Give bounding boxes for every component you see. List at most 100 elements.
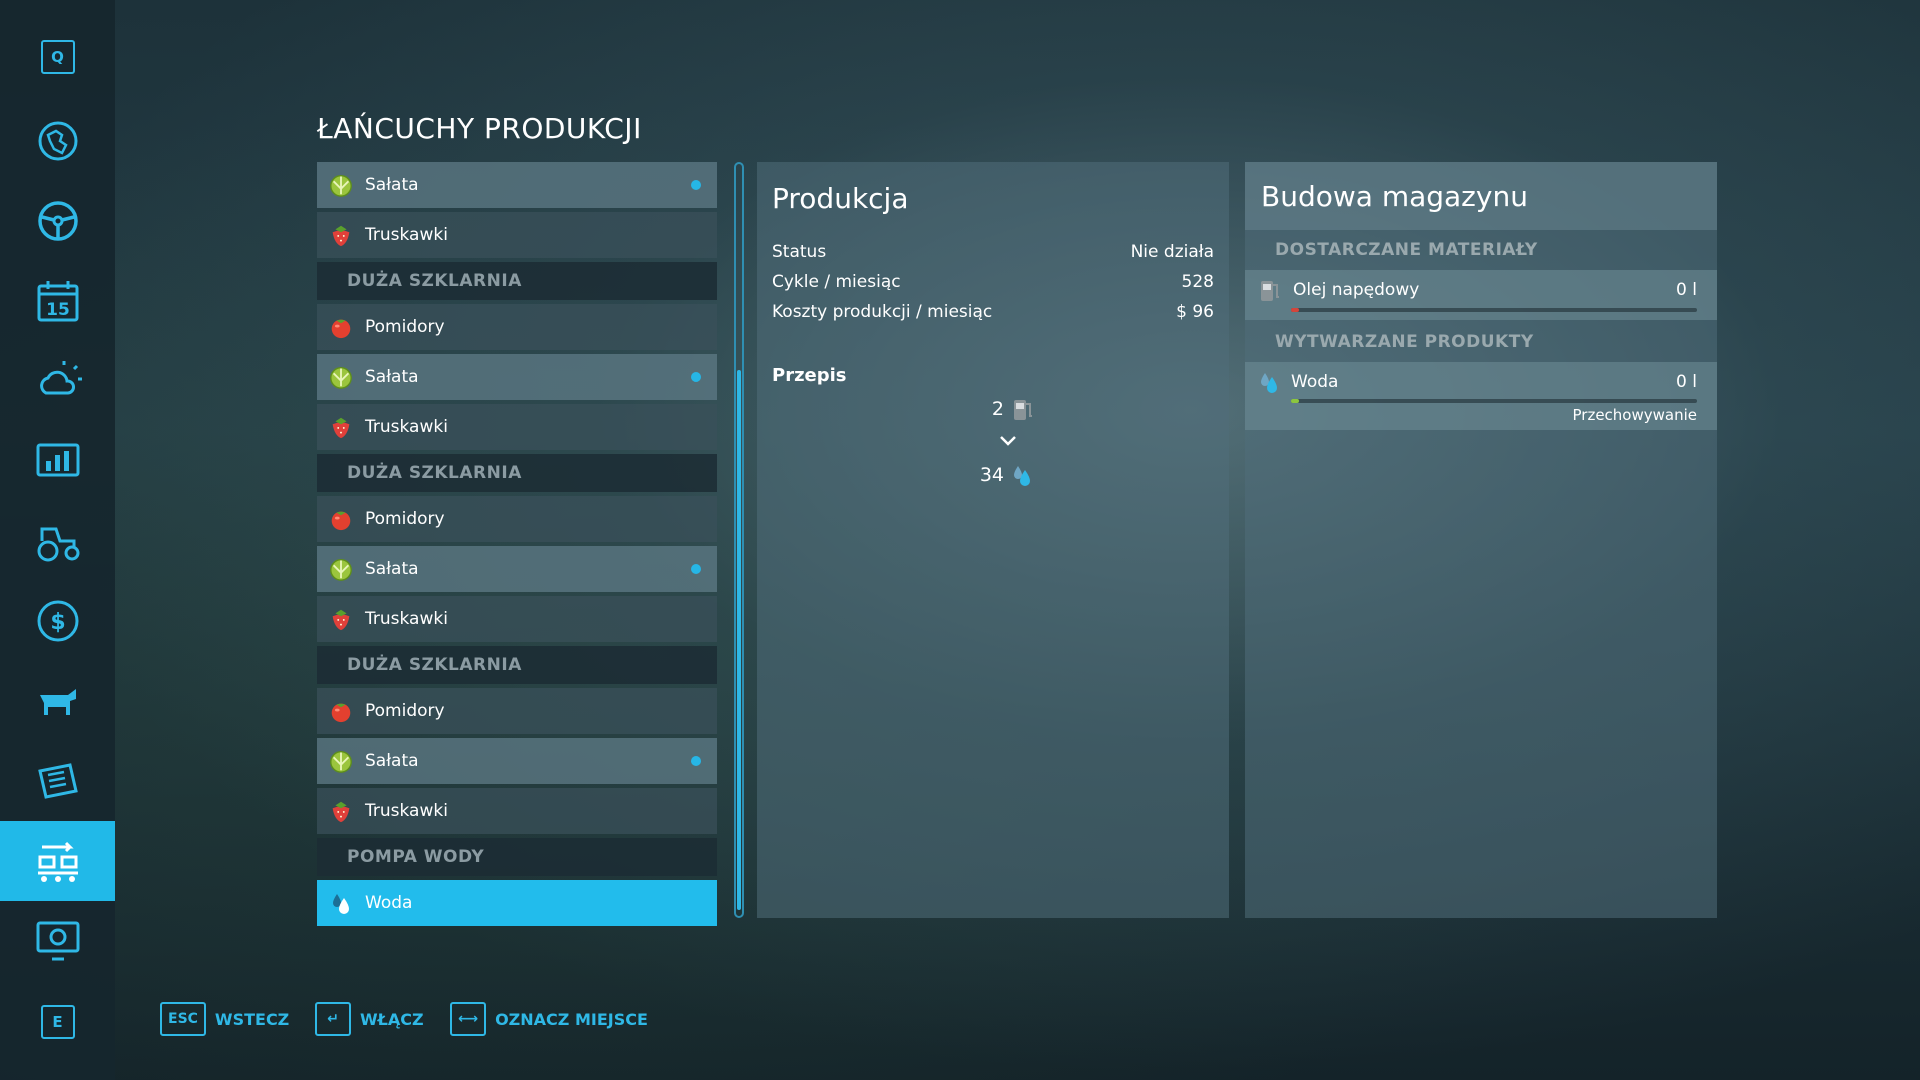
list-item-label: Sałata — [365, 367, 419, 387]
list-item-label: Truskawki — [365, 225, 448, 245]
calendar-icon: 15 — [37, 281, 78, 322]
recipe-output: 34 — [968, 462, 1034, 488]
help-icon — [36, 921, 79, 961]
list-item-strawberry[interactable]: Truskawki — [317, 596, 717, 642]
strawberry-icon — [327, 221, 355, 249]
active-indicator-dot — [691, 180, 701, 190]
sidebar-item-weather[interactable] — [0, 341, 115, 421]
enable-label: WŁĄCZ — [360, 1009, 424, 1029]
tomato-icon — [327, 313, 355, 341]
list-item-water[interactable]: Woda — [317, 880, 717, 926]
list-item-lettuce[interactable]: Sałata — [317, 162, 717, 208]
list-item-strawberry[interactable]: Truskawki — [317, 212, 717, 258]
mark-location-hint[interactable]: ⟷ OZNACZ MIEJSCE — [450, 1002, 648, 1036]
list-item-label: Woda — [365, 893, 413, 913]
produced-product-mode[interactable]: Przechowywanie — [1573, 406, 1698, 424]
enable-hint[interactable]: ↵ WŁĄCZ — [315, 1002, 424, 1036]
produced-product-fill-bar — [1291, 399, 1697, 403]
water-drop-icon — [1014, 466, 1030, 486]
supplied-materials-header: DOSTARCZANE MATERIAŁY — [1275, 240, 1538, 260]
production-title: Produkcja — [772, 182, 909, 215]
finance-icon: $ — [37, 600, 78, 642]
map-icon — [38, 121, 77, 161]
list-item-label: Truskawki — [365, 609, 448, 629]
production-panel: Produkcja Status Nie działa Cykle / mies… — [757, 162, 1229, 918]
sidebar-item-vehicles[interactable] — [0, 181, 115, 261]
sidebar-item-contracts[interactable] — [0, 741, 115, 821]
fuel-pump-icon — [1261, 281, 1279, 301]
lettuce-icon — [327, 363, 355, 391]
sidebar-item-calendar[interactable]: 15 — [0, 261, 115, 341]
supplied-material-row: Olej napędowy 0 l — [1245, 270, 1717, 320]
list-item-label: Sałata — [365, 559, 419, 579]
list-item-lettuce[interactable]: Sałata — [317, 354, 717, 400]
page-title: ŁAŃCUCHY PRODUKCJI — [317, 112, 642, 145]
storage-panel: Budowa magazynu DOSTARCZANE MATERIAŁY Ol… — [1245, 162, 1717, 918]
strawberry-icon — [327, 797, 355, 825]
water-drop-icon — [1261, 373, 1277, 393]
storage-title: Budowa magazynu — [1261, 180, 1528, 213]
list-group-header: DUŻA SZKLARNIA — [317, 646, 717, 684]
list-group-header: DUŻA SZKLARNIA — [317, 454, 717, 492]
strawberry-icon — [327, 605, 355, 633]
list-item-label: Sałata — [365, 175, 419, 195]
production-icon — [37, 841, 78, 882]
recipe-title: Przepis — [772, 365, 847, 386]
tractor-icon — [37, 527, 79, 562]
strawberry-icon — [327, 413, 355, 441]
cycles-label: Cykle / miesiąc — [772, 272, 901, 292]
calendar-day-text: 15 — [46, 300, 70, 320]
list-item-strawberry[interactable]: Truskawki — [317, 788, 717, 834]
sidebar-item-statistics[interactable] — [0, 421, 115, 501]
animals-icon — [39, 689, 76, 715]
key-e-badge: E — [40, 1005, 75, 1039]
sidebar-key-e[interactable]: E — [0, 982, 115, 1062]
produced-product-name: Woda — [1291, 372, 1339, 392]
esc-key: ESC — [160, 1002, 206, 1036]
list-item-lettuce[interactable]: Sałata — [317, 546, 717, 592]
sidebar-item-help[interactable] — [0, 901, 115, 981]
back-label: WSTECZ — [214, 1009, 290, 1029]
recipe-input-amount: 2 — [991, 398, 1004, 420]
fuel-pump-icon — [1014, 400, 1032, 420]
cycles-row: Cykle / miesiąc 528 — [772, 267, 1214, 297]
costs-row: Koszty produkcji / miesiąc $ 96 — [772, 297, 1214, 327]
water-drop-icon — [327, 889, 355, 917]
sidebar-item-production[interactable] — [0, 821, 115, 901]
list-item-tomato[interactable]: Pomidory — [317, 304, 717, 350]
lettuce-icon — [327, 555, 355, 583]
sidebar-item-finances[interactable]: $ — [0, 581, 115, 661]
sidebar-item-map[interactable] — [0, 101, 115, 181]
weather-icon — [39, 361, 82, 395]
sidebar: Q 15 $ E — [0, 0, 115, 1080]
back-hint[interactable]: ESC WSTECZ — [160, 1002, 289, 1036]
sidebar-key-q[interactable]: Q — [0, 17, 115, 97]
tomato-icon — [327, 697, 355, 725]
list-scrollbar[interactable] — [734, 162, 744, 918]
list-item-label: Pomidory — [365, 509, 445, 529]
recipe-output-amount: 34 — [979, 464, 1004, 486]
list-item-strawberry[interactable]: Truskawki — [317, 404, 717, 450]
sidebar-item-animals[interactable] — [0, 661, 115, 741]
costs-label: Koszty produkcji / miesiąc — [772, 302, 993, 322]
active-indicator-dot — [691, 756, 701, 766]
supplied-material-value: 0 l — [1676, 280, 1697, 300]
fuel-bar-fill — [1291, 308, 1299, 312]
produced-product-row: Woda 0 l Przechowywanie — [1245, 362, 1717, 430]
sidebar-item-garage[interactable] — [0, 501, 115, 581]
list-scrollbar-thumb[interactable] — [737, 370, 741, 910]
list-item-label: Pomidory — [365, 701, 445, 721]
mark-key: ⟷ — [450, 1002, 487, 1036]
costs-value: $ 96 — [1176, 302, 1214, 322]
list-group-header: POMPA WODY — [317, 838, 717, 876]
produced-product-value: 0 l — [1676, 372, 1697, 392]
mark-location-label: OZNACZ MIEJSCE — [495, 1009, 648, 1029]
list-item-lettuce[interactable]: Sałata — [317, 738, 717, 784]
chevron-down-icon — [1000, 436, 1016, 446]
list-item-tomato[interactable]: Pomidory — [317, 496, 717, 542]
recipe-input: 2 — [982, 396, 1036, 422]
lettuce-icon — [327, 171, 355, 199]
production-chain-list: Sałata Truskawki DUŻA SZKLARNIA Pomidory Sał… — [317, 162, 717, 930]
statistics-icon — [36, 443, 79, 477]
list-item-tomato[interactable]: Pomidory — [317, 688, 717, 734]
